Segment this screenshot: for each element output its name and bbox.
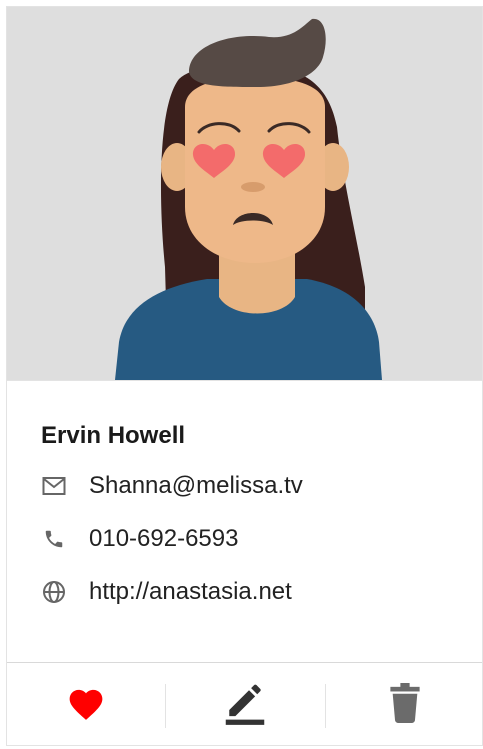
edit-icon: [224, 681, 266, 730]
delete-button[interactable]: [326, 663, 482, 745]
phone-row: 010-692-6593: [41, 525, 461, 553]
contact-phone[interactable]: 010-692-6593: [89, 525, 238, 553]
contact-email[interactable]: Shanna@melissa.tv: [89, 472, 303, 500]
mail-icon: [41, 473, 67, 499]
like-button[interactable]: [7, 663, 165, 745]
contact-info: Ervin Howell Shanna@melissa.tv 010-692-6…: [41, 422, 461, 631]
globe-icon: [41, 579, 67, 605]
website-row: http://anastasia.net: [41, 578, 461, 606]
email-row: Shanna@melissa.tv: [41, 472, 461, 500]
avatar: [7, 7, 482, 381]
action-bar: [7, 662, 482, 745]
phone-icon: [41, 526, 67, 552]
contact-website[interactable]: http://anastasia.net: [89, 578, 292, 606]
edit-button[interactable]: [166, 663, 324, 745]
heart-icon: [66, 685, 106, 726]
trash-icon: [389, 683, 421, 728]
contact-card: Ervin Howell Shanna@melissa.tv 010-692-6…: [6, 6, 483, 746]
avatar-illustration: [115, 18, 382, 380]
contact-name: Ervin Howell: [41, 422, 186, 449]
